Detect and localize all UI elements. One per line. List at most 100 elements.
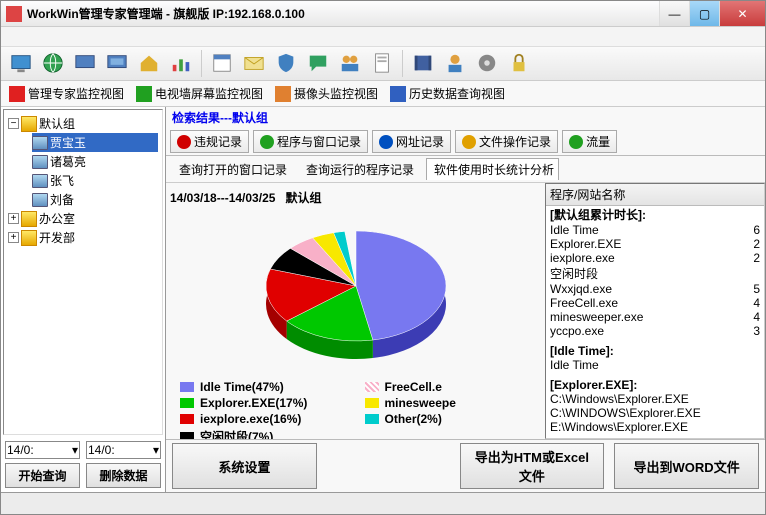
window-icon[interactable]	[208, 50, 236, 76]
list-item-value: 3	[753, 324, 760, 338]
list-item[interactable]: 空闲时段	[546, 265, 764, 282]
legend-swatch	[180, 398, 194, 408]
list-item[interactable]: iexplore.exe2	[546, 251, 764, 265]
list-item[interactable]: Idle Time6	[546, 223, 764, 237]
chart-icon[interactable]	[167, 50, 195, 76]
list-item-value: 2	[753, 237, 760, 251]
record-tab-icon	[260, 135, 274, 149]
legend-swatch	[180, 414, 194, 424]
legend-item: Other(2%)	[365, 412, 532, 426]
list-item-name: minesweeper.exe	[550, 310, 643, 324]
record-tab[interactable]: 文件操作记录	[455, 130, 558, 153]
legend-item: 空闲时段(7%)	[180, 428, 347, 439]
program-list[interactable]: 程序/网站名称 [默认组累计时长]:Idle Time6Explorer.EXE…	[545, 183, 765, 439]
tree-member[interactable]: 刘备	[32, 190, 158, 209]
tree-member-label: 张飞	[50, 172, 74, 189]
system-settings-button[interactable]: 系统设置	[172, 443, 317, 489]
pie-chart	[256, 208, 456, 378]
legend-label: Idle Time(47%)	[200, 380, 284, 394]
tree-group[interactable]: +办公室	[8, 209, 158, 228]
tree-root-label: 默认组	[39, 115, 75, 132]
view-tab[interactable]: 摄像头监控视图	[275, 83, 378, 104]
minimize-button[interactable]: —	[659, 1, 689, 26]
legend-swatch	[180, 382, 194, 392]
group-name-label: 默认组	[285, 191, 321, 205]
view-tab-label: 历史数据查询视图	[409, 85, 505, 102]
list-group-title: [Explorer.EXE]:	[546, 378, 764, 392]
list-item[interactable]: FreeCell.exe4	[546, 296, 764, 310]
legend-item	[365, 428, 532, 439]
maximize-button[interactable]: ▢	[689, 1, 719, 26]
legend-item: iexplore.exe(16%)	[180, 412, 347, 426]
dropdown-icon: ▾	[72, 443, 78, 457]
record-tab[interactable]: 违规记录	[170, 130, 249, 153]
record-tab[interactable]: 网址记录	[372, 130, 451, 153]
list-group-title: [默认组累计时长]:	[546, 206, 764, 223]
gear-icon[interactable]	[473, 50, 501, 76]
tree-group[interactable]: +开发部	[8, 228, 158, 247]
computer-icon	[32, 193, 48, 207]
record-tab-icon	[177, 135, 191, 149]
list-item-value: 4	[753, 310, 760, 324]
list-item[interactable]: Wxxjqd.exe5	[546, 282, 764, 296]
shield-icon[interactable]	[272, 50, 300, 76]
users-icon[interactable]	[336, 50, 364, 76]
list-item[interactable]: E:\Windows\Explorer.EXE	[546, 420, 764, 434]
list-item[interactable]: yccpo.exe3	[546, 324, 764, 338]
legend-label: minesweepe	[385, 396, 456, 410]
monitor2-icon[interactable]	[103, 50, 131, 76]
house-icon[interactable]	[135, 50, 163, 76]
group-tree[interactable]: − 默认组 贾宝玉诸葛亮张飞刘备 +办公室+开发部	[3, 109, 163, 435]
legend-label: 空闲时段(7%)	[200, 428, 273, 439]
list-item[interactable]: minesweeper.exe 4	[546, 310, 764, 324]
query-button[interactable]: 开始查询	[5, 463, 80, 488]
date-to[interactable]: 14/0:▾	[86, 441, 161, 459]
lock-icon[interactable]	[505, 50, 533, 76]
status-bar	[1, 492, 765, 514]
tree-member[interactable]: 张飞	[32, 171, 158, 190]
sub-tab[interactable]: 软件使用时长统计分析	[426, 158, 559, 180]
chat-icon[interactable]	[304, 50, 332, 76]
film-icon[interactable]	[409, 50, 437, 76]
globe-icon[interactable]	[39, 50, 67, 76]
view-tab[interactable]: 管理专家监控视图	[9, 83, 124, 104]
delete-button[interactable]: 删除数据	[86, 463, 161, 488]
monitor1-icon[interactable]	[71, 50, 99, 76]
tree-member[interactable]: 诸葛亮	[32, 152, 158, 171]
expand-icon[interactable]: +	[8, 232, 19, 243]
expand-icon[interactable]: −	[8, 118, 19, 129]
export-htm-button[interactable]: 导出为HTM或Excel文件	[460, 443, 605, 489]
record-tab-label: 网址记录	[396, 133, 444, 150]
screen-icon[interactable]	[7, 50, 35, 76]
envelope-icon[interactable]	[240, 50, 268, 76]
tree-member-label: 刘备	[50, 191, 74, 208]
list-item[interactable]: C:\WINDOWS\Explorer.EXE	[546, 406, 764, 420]
view-tab-label: 管理专家监控视图	[28, 85, 124, 102]
record-tab[interactable]: 程序与窗口记录	[253, 130, 368, 153]
list-item[interactable]: C:\Windows\Explorer.EXE	[546, 392, 764, 406]
tree-member[interactable]: 贾宝玉	[32, 133, 158, 152]
date-from[interactable]: 14/0:▾	[5, 441, 80, 459]
computer-icon	[32, 174, 48, 188]
sub-tab[interactable]: 查询打开的窗口记录	[172, 158, 291, 180]
expand-icon[interactable]: +	[8, 213, 19, 224]
record-tab[interactable]: 流量	[562, 130, 617, 153]
list-item-value: 5	[753, 282, 760, 296]
sub-tab-label: 查询运行的程序记录	[306, 161, 414, 178]
computer-icon	[32, 155, 48, 169]
view-tab[interactable]: 电视墙屏幕监控视图	[136, 83, 263, 104]
record-tab-label: 流量	[586, 133, 610, 150]
close-button[interactable]: ✕	[719, 1, 765, 26]
legend-swatch	[180, 432, 194, 440]
export-word-button[interactable]: 导出到WORD文件	[614, 443, 759, 489]
user-icon[interactable]	[441, 50, 469, 76]
list-item[interactable]: Explorer.EXE2	[546, 237, 764, 251]
sub-tab[interactable]: 查询运行的程序记录	[299, 158, 418, 180]
menubar	[1, 27, 765, 47]
tab-icon	[9, 86, 25, 102]
doc-icon[interactable]	[368, 50, 396, 76]
record-tab-icon	[462, 135, 476, 149]
view-tab[interactable]: 历史数据查询视图	[390, 83, 505, 104]
legend-swatch	[365, 414, 379, 424]
list-item[interactable]: Idle Time	[546, 358, 764, 372]
